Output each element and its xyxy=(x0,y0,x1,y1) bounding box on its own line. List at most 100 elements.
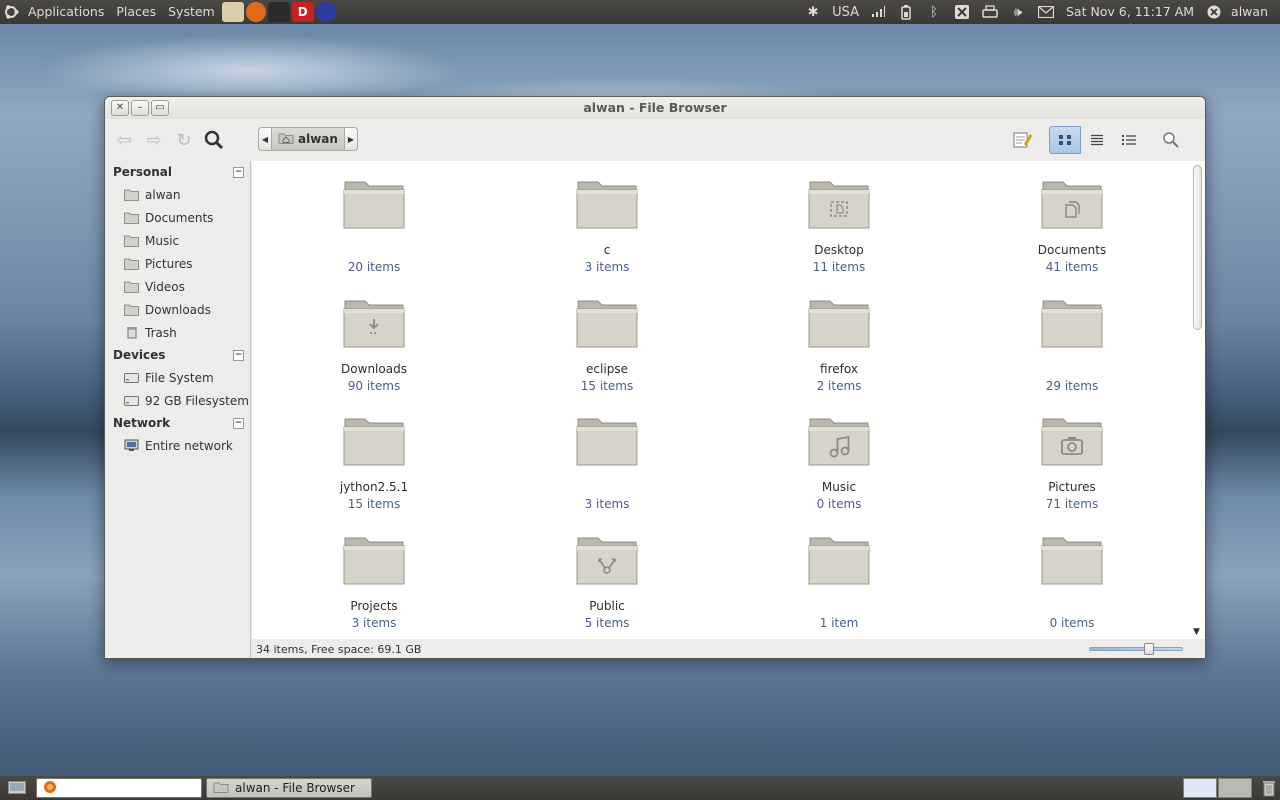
sidebar-section-title: Devices xyxy=(113,348,166,362)
folder-item[interactable]: Downloads 90 items xyxy=(299,280,449,395)
signal-icon[interactable] xyxy=(867,2,889,22)
folder-icon xyxy=(1041,300,1103,348)
folder-item[interactable]: 0 items xyxy=(997,517,1147,632)
sidebar-section-personal: Personal − xyxy=(105,161,250,183)
folder-item-count: 3 items xyxy=(584,260,630,274)
zoom-search-icon[interactable] xyxy=(1155,126,1187,154)
home-folder-icon xyxy=(124,188,139,201)
battery-icon[interactable] xyxy=(895,2,917,22)
folder-item[interactable]: Desktop 11 items xyxy=(764,161,914,276)
sidebar-item-alwan[interactable]: alwan xyxy=(105,183,250,206)
folder-item[interactable]: 29 items xyxy=(997,280,1147,395)
pictures-folder-icon xyxy=(124,257,139,270)
printer-icon[interactable] xyxy=(979,2,1001,22)
list-view-button[interactable] xyxy=(1081,126,1113,154)
folder-item[interactable]: 1 item xyxy=(764,517,914,632)
folder-name: Music xyxy=(821,480,857,494)
folder-item-count: 71 items xyxy=(1045,497,1099,511)
d-app-icon[interactable]: D xyxy=(291,2,314,22)
sidebar-item-file-system[interactable]: File System xyxy=(105,366,250,389)
folder-item-count: 0 items xyxy=(1049,616,1095,630)
path-scroll-left-button[interactable]: ◀ xyxy=(258,127,272,151)
scrollbar-thumb[interactable] xyxy=(1193,165,1202,330)
system-menu[interactable]: System xyxy=(162,0,221,24)
network-icon xyxy=(124,439,139,452)
sidebar-item-entire-network[interactable]: Entire network xyxy=(105,434,250,457)
forward-button[interactable]: ⇨ xyxy=(139,126,169,154)
folder-item[interactable]: c 3 items xyxy=(532,161,682,276)
sidebar-item-pictures[interactable]: Pictures xyxy=(105,252,250,275)
title-bar[interactable]: ✕ – ▭ alwan - File Browser xyxy=(105,97,1205,119)
folder-item[interactable]: Projects 3 items xyxy=(299,517,449,632)
ubuntu-logo-icon[interactable] xyxy=(0,0,22,24)
folder-name: firefox xyxy=(820,362,858,376)
top-panel: Applications Places System D ✱ USA ᛒ 🕪 S… xyxy=(0,0,1280,24)
reload-button[interactable]: ↻ xyxy=(169,126,199,154)
collapse-toggle-icon[interactable]: − xyxy=(233,417,244,429)
terminal-icon[interactable] xyxy=(267,2,290,22)
folder-item[interactable]: Public 5 items xyxy=(532,517,682,632)
places-menu[interactable]: Places xyxy=(110,0,162,24)
sidebar-item-trash[interactable]: Trash xyxy=(105,321,250,344)
workspace-2[interactable] xyxy=(1218,778,1252,798)
vertical-scrollbar[interactable]: ▼ xyxy=(1190,161,1205,639)
compact-view-button[interactable] xyxy=(1113,126,1145,154)
zoom-slider[interactable] xyxy=(1089,643,1183,655)
scroll-down-arrow-icon[interactable]: ▼ xyxy=(1193,627,1200,637)
mail-icon[interactable] xyxy=(1035,2,1057,22)
collapse-toggle-icon[interactable]: − xyxy=(233,166,244,178)
sidebar-item-music[interactable]: Music xyxy=(105,229,250,252)
sidebar-item-label: Trash xyxy=(145,325,177,340)
eclipse-icon[interactable] xyxy=(315,2,336,22)
folder-item[interactable]: Documents 41 items xyxy=(997,161,1147,276)
folder-icon xyxy=(576,181,638,229)
show-desktop-button[interactable] xyxy=(4,778,32,798)
applications-menu[interactable]: Applications xyxy=(22,0,110,24)
taskbar-item-file-browser[interactable]: alwan - File Browser xyxy=(206,778,372,798)
drive-icon xyxy=(124,371,139,384)
volume-icon[interactable]: 🕪 xyxy=(1007,2,1029,22)
sidebar-item-videos[interactable]: Videos xyxy=(105,275,250,298)
folder-icon xyxy=(808,181,870,229)
trash-icon[interactable] xyxy=(1258,778,1280,798)
zoom-slider-handle[interactable] xyxy=(1144,643,1154,655)
folder-item-count: 90 items xyxy=(347,379,401,393)
folder-item[interactable]: Pictures 71 items xyxy=(997,398,1147,513)
bluetooth-icon[interactable]: ᛒ xyxy=(923,2,945,22)
applet-icon[interactable] xyxy=(951,2,973,22)
folder-icon xyxy=(1041,181,1103,229)
sidebar: Personal − alwan Documents Music Pictures Vide… xyxy=(105,161,251,658)
bottom-panel: alwan - File Browser xyxy=(0,776,1280,800)
sidebar-item-label: 92 GB Filesystem xyxy=(145,393,249,408)
folder-item[interactable]: Music 0 items xyxy=(764,398,914,513)
taskbar-item-firefox[interactable] xyxy=(36,778,202,798)
user-menu[interactable]: alwan xyxy=(1225,0,1280,24)
text-editor-icon[interactable] xyxy=(221,2,244,22)
sidebar-item-documents[interactable]: Documents xyxy=(105,206,250,229)
folder-item[interactable]: jython2.5.1 15 items xyxy=(299,398,449,513)
keyboard-layout-indicator[interactable]: USA xyxy=(830,2,861,22)
firefox-icon xyxy=(43,780,57,797)
workspace-1[interactable] xyxy=(1183,778,1217,798)
edit-location-button[interactable] xyxy=(1007,126,1039,154)
firefox-icon[interactable] xyxy=(245,2,266,22)
clock[interactable]: Sat Nov 6, 11:17 AM xyxy=(1060,0,1200,24)
sidebar-item-92-gb-filesystem[interactable]: 92 GB Filesystem xyxy=(105,389,250,412)
folder-icon xyxy=(576,300,638,348)
folder-item[interactable]: eclipse 15 items xyxy=(532,280,682,395)
path-scroll-right-button[interactable]: ▶ xyxy=(343,127,358,151)
back-button[interactable]: ⇦ xyxy=(109,126,139,154)
taskbar-item-label: alwan - File Browser xyxy=(235,781,355,795)
sidebar-item-downloads[interactable]: Downloads xyxy=(105,298,250,321)
path-crumb-home[interactable]: alwan xyxy=(272,127,344,151)
search-button[interactable] xyxy=(199,126,229,154)
folder-icon xyxy=(576,418,638,466)
folder-item[interactable]: 20 items xyxy=(299,161,449,276)
folder-item[interactable]: firefox 2 items xyxy=(764,280,914,395)
update-icon[interactable]: ✱ xyxy=(802,2,824,22)
session-icon[interactable] xyxy=(1203,2,1225,22)
icon-view-button[interactable] xyxy=(1049,126,1081,154)
folder-item[interactable]: 3 items xyxy=(532,398,682,513)
folder-name: Documents xyxy=(1037,243,1107,257)
collapse-toggle-icon[interactable]: − xyxy=(233,349,244,361)
